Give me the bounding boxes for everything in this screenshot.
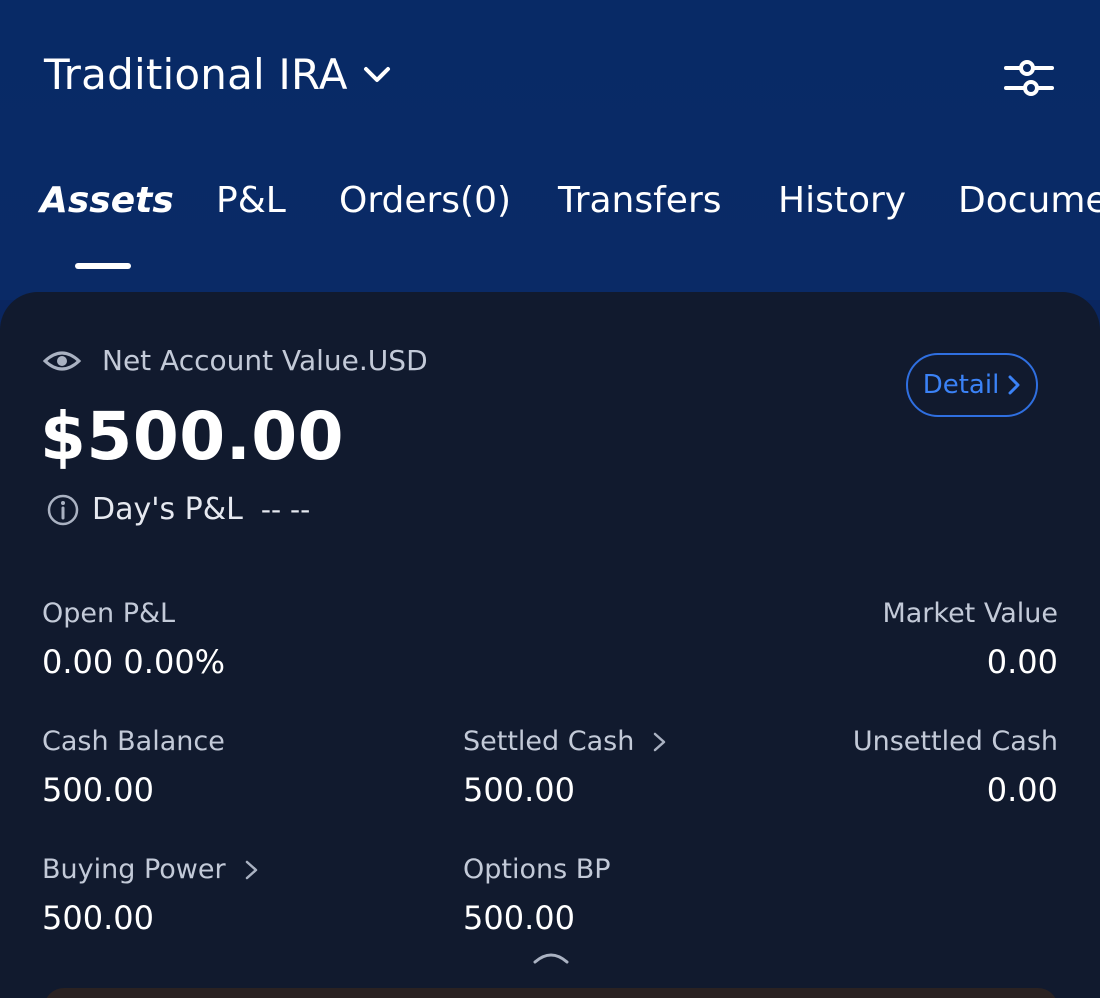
filter-settings-icon[interactable] — [1002, 54, 1056, 102]
tab-transfers[interactable]: Transfers — [558, 180, 722, 221]
metric-unsettled-cash: Unsettled Cash 0.00 — [853, 726, 1058, 809]
options-bp-value: 500.00 — [463, 899, 575, 937]
account-selector[interactable]: Traditional IRA — [44, 50, 394, 99]
eye-icon[interactable] — [42, 346, 82, 376]
tab-bar: Assets P&L Orders(0) Transfers History D… — [0, 172, 1100, 242]
cash-balance-value: 500.00 — [42, 771, 154, 809]
collapse-handle-icon[interactable] — [532, 950, 570, 964]
chevron-right-icon — [654, 732, 666, 751]
options-bp-label: Options BP — [463, 854, 611, 885]
settled-cash-label: Settled Cash — [463, 726, 635, 757]
market-value-value: 0.00 — [986, 643, 1058, 681]
settled-cash-value: 500.00 — [463, 771, 575, 809]
net-account-value: $500.00 — [40, 398, 345, 475]
page: Traditional IRA Assets P&L Orders(0) Tra… — [0, 0, 1100, 998]
buying-power-label: Buying Power — [42, 854, 226, 885]
tab-documents[interactable]: Docume — [958, 180, 1100, 221]
tab-history[interactable]: History — [778, 180, 906, 221]
detail-button-label: Detail — [922, 370, 1000, 400]
open-pl-value: 0.00 0.00% — [42, 643, 226, 681]
unsettled-cash-value: 0.00 — [986, 771, 1058, 809]
account-title: Traditional IRA — [44, 50, 348, 99]
net-account-value-label: Net Account Value.USD — [102, 344, 428, 377]
assets-card: Net Account Value.USD $500.00 Detail Day… — [0, 292, 1100, 998]
settled-cash-label-row: Settled Cash — [463, 726, 668, 757]
days-pl-label: Day's P&L — [92, 492, 243, 527]
chevron-down-icon — [363, 66, 390, 82]
buying-power-value: 500.00 — [42, 899, 154, 937]
active-tab-indicator — [75, 263, 131, 269]
metric-open-pl: Open P&L 0.00 0.00% — [42, 598, 225, 681]
metric-market-value: Market Value 0.00 — [882, 598, 1058, 681]
chevron-right-icon — [1008, 375, 1020, 395]
cash-balance-label: Cash Balance — [42, 726, 225, 757]
unsettled-cash-label: Unsettled Cash — [852, 726, 1058, 757]
tab-assets[interactable]: Assets — [40, 180, 174, 221]
metric-cash-balance: Cash Balance 500.00 — [42, 726, 225, 809]
days-pl-row: Day's P&L -- -- — [46, 492, 310, 527]
next-card-edge — [44, 988, 1058, 998]
header: Traditional IRA Assets P&L Orders(0) Tra… — [0, 0, 1100, 300]
market-value-label: Market Value — [882, 598, 1058, 629]
metric-buying-power[interactable]: Buying Power 500.00 — [42, 854, 260, 937]
buying-power-label-row: Buying Power — [42, 854, 260, 885]
metric-options-bp: Options BP 500.00 — [463, 854, 611, 937]
days-pl-value: -- -- — [260, 493, 311, 526]
net-account-value-row: Net Account Value.USD — [42, 344, 428, 377]
tab-orders[interactable]: Orders(0) — [339, 180, 511, 221]
chevron-right-icon — [245, 860, 257, 879]
info-icon[interactable] — [46, 493, 80, 527]
detail-button[interactable]: Detail — [906, 353, 1038, 417]
open-pl-label: Open P&L — [42, 598, 176, 629]
metric-settled-cash[interactable]: Settled Cash 500.00 — [463, 726, 668, 809]
tab-pl[interactable]: P&L — [216, 180, 286, 221]
